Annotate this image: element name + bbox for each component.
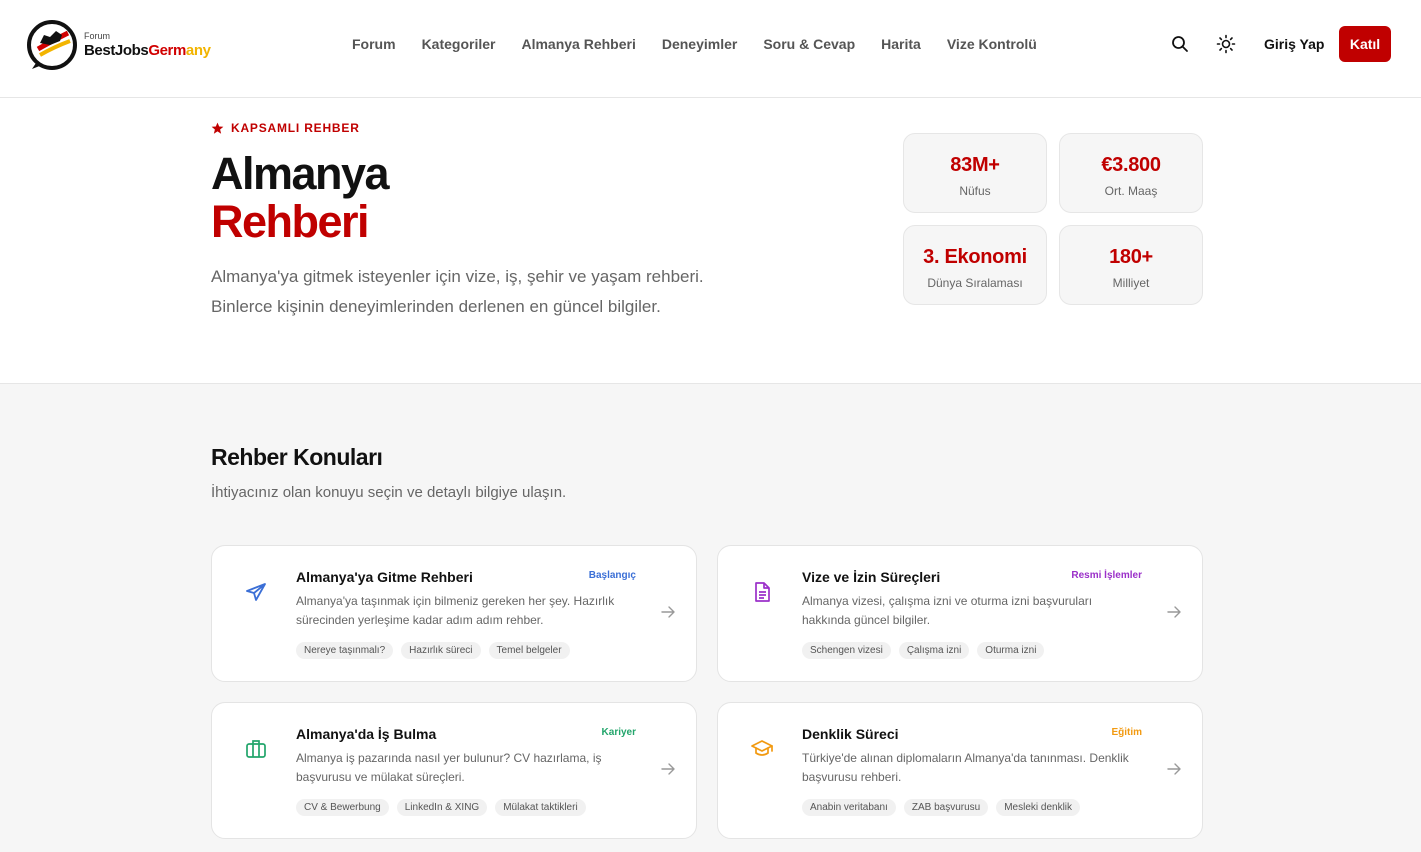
card-tags: Anabin veritabanı ZAB başvurusu Mesleki … — [802, 799, 1081, 816]
stat-value: 3. Ekonomi — [923, 246, 1027, 268]
hero-title-line2: Rehberi — [211, 196, 370, 247]
tag[interactable]: Hazırlık süreci — [401, 642, 481, 659]
stat-label: Nüfus — [959, 184, 991, 198]
join-button[interactable]: Katıl — [1339, 26, 1391, 62]
card-title: Denklik Süreci — [802, 726, 899, 742]
tag[interactable]: CV & Bewerbung — [296, 799, 389, 816]
section-subtitle: İhtiyacınız olan konuyu seçin ve detaylı… — [211, 484, 567, 501]
stat-label: Dünya Sıralaması — [927, 276, 1023, 290]
card-description: Almanya iş pazarında nasıl yer bulunur? … — [296, 751, 602, 784]
tag[interactable]: LinkedIn & XING — [396, 799, 488, 816]
section-title: Rehber Konuları — [211, 444, 383, 470]
stat-label: Ort. Maaş — [1104, 184, 1158, 198]
stat-value: 83M+ — [950, 154, 1000, 176]
stat-label: Milliyet — [1112, 276, 1150, 290]
star-icon — [211, 122, 224, 134]
stat-card-ekonomi: 3. Ekonomi Dünya Sıralaması — [903, 225, 1047, 305]
logo-wordmark: BestJobsGermany — [84, 42, 211, 59]
hero-desc-line1: Almanya'ya gitmek isteyenler için vize, … — [211, 267, 704, 286]
graduation-cap-icon — [751, 740, 773, 756]
nav-vize-kontrolu[interactable]: Vize Kontrolü — [947, 36, 1037, 52]
topic-card-is-bulma[interactable]: Almanya'da İş Bulma Kariyer Almanya iş p… — [211, 702, 697, 839]
briefcase-icon — [246, 740, 266, 758]
card-description: Almanya'ya taşınmak için bilmeniz gereke… — [296, 594, 615, 627]
logo-icon — [27, 20, 77, 70]
nav-forum[interactable]: Forum — [352, 36, 396, 52]
tag[interactable]: Mesleki denklik — [996, 799, 1081, 816]
nav-deneyimler[interactable]: Deneyimler — [662, 36, 737, 52]
plane-icon — [246, 583, 266, 601]
main-nav: Forum Kategoriler Almanya Rehberi Deneyi… — [352, 36, 1037, 52]
tag[interactable]: Oturma izni — [977, 642, 1045, 659]
stat-value: 180+ — [1109, 246, 1153, 268]
stat-card-maas: €3.800 Ort. Maaş — [1059, 133, 1203, 213]
hero-description: Almanya'ya gitmek isteyenler için vize, … — [211, 262, 771, 322]
card-title: Vize ve İzin Süreçleri — [802, 569, 941, 585]
hero-title-line1: Almanya — [211, 148, 390, 199]
tag[interactable]: Temel belgeler — [488, 642, 570, 659]
card-tags: CV & Bewerbung LinkedIn & XING Mülakat t… — [296, 799, 586, 816]
tag[interactable]: Çalışma izni — [898, 642, 970, 659]
arrow-right-icon — [1167, 763, 1181, 775]
card-badge: Başlangıç — [588, 570, 636, 581]
nav-kategoriler[interactable]: Kategoriler — [422, 36, 496, 52]
topic-card-vize-izin[interactable]: Vize ve İzin Süreçleri Resmi İşlemler Al… — [717, 545, 1203, 682]
nav-almanya-rehberi[interactable]: Almanya Rehberi — [521, 36, 635, 52]
tag[interactable]: Schengen vizesi — [802, 642, 891, 659]
card-badge: Resmi İşlemler — [1071, 570, 1142, 581]
arrow-right-icon — [661, 606, 675, 618]
hero-eyebrow-text: KAPSAMLI REHBER — [231, 121, 360, 135]
stat-card-milliyet: 180+ Milliyet — [1059, 225, 1203, 305]
stat-card-nufus: 83M+ Nüfus — [903, 133, 1047, 213]
card-title: Almanya'ya Gitme Rehberi — [296, 569, 473, 585]
nav-harita[interactable]: Harita — [881, 36, 921, 52]
topic-card-gitme-rehberi[interactable]: Almanya'ya Gitme Rehberi Başlangıç Alman… — [211, 545, 697, 682]
card-description: Türkiye'de alınan diplomaların Almanya'd… — [802, 751, 1129, 784]
site-logo[interactable]: Forum BestJobsGermany — [26, 19, 216, 71]
card-badge: Kariyer — [601, 727, 636, 738]
sun-icon[interactable] — [1216, 34, 1236, 54]
arrow-right-icon — [1167, 606, 1181, 618]
tag[interactable]: Nereye taşınmalı? — [296, 642, 394, 659]
card-badge: Eğitim — [1111, 727, 1142, 738]
arrow-right-icon — [661, 763, 675, 775]
search-icon[interactable] — [1170, 34, 1190, 54]
tag[interactable]: Anabin veritabanı — [802, 799, 896, 816]
topic-card-denklik[interactable]: Denklik Süreci Eğitim Türkiye'de alınan … — [717, 702, 1203, 839]
tag[interactable]: Mülakat taktikleri — [495, 799, 586, 816]
site-header: Forum BestJobsGermany Forum Kategoriler … — [0, 0, 1421, 98]
login-link[interactable]: Giriş Yap — [1264, 36, 1324, 52]
card-tags: Nereye taşınmalı? Hazırlık süreci Temel … — [296, 642, 570, 659]
nav-soru-cevap[interactable]: Soru & Cevap — [763, 36, 855, 52]
logo-small-text: Forum — [84, 31, 111, 41]
stat-value: €3.800 — [1101, 154, 1161, 176]
hero-title: Almanya Rehberi — [211, 148, 390, 247]
card-description: Almanya vizesi, çalışma izni ve oturma i… — [802, 594, 1093, 627]
hero-desc-line2: Binlerce kişinin deneyimlerinden derlene… — [211, 297, 661, 316]
hero-eyebrow: KAPSAMLI REHBER — [211, 121, 360, 135]
card-tags: Schengen vizesi Çalışma izni Oturma izni — [802, 642, 1045, 659]
guide-topics-section: Rehber Konuları İhtiyacınız olan konuyu … — [0, 383, 1421, 852]
document-icon — [755, 582, 770, 602]
tag[interactable]: ZAB başvurusu — [903, 799, 989, 816]
card-title: Almanya'da İş Bulma — [296, 726, 437, 742]
